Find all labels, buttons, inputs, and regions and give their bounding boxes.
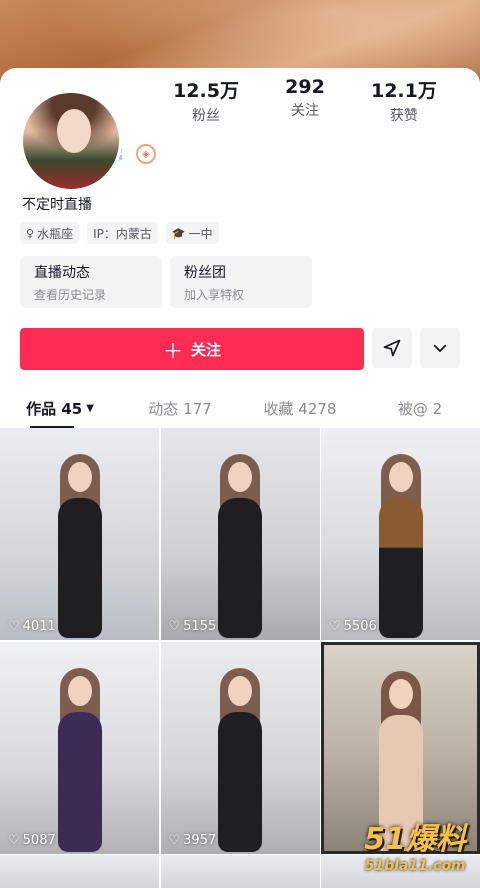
bio-text: 不定时直播	[22, 197, 92, 213]
follow-button[interactable]: ＋ 关注	[20, 328, 364, 370]
tab-label: 动态 177	[148, 399, 212, 418]
follow-label: 关注	[190, 340, 221, 359]
heart-icon: ♡	[329, 619, 341, 634]
heart-icon: ♡	[8, 619, 20, 634]
watermark-main: 51爆料	[364, 822, 466, 857]
chevron-down-icon	[433, 344, 447, 352]
like-count: ♡ 5155	[168, 619, 217, 634]
tag-text: 水瓶座	[37, 226, 74, 241]
fan-level-icon[interactable]: ◈	[135, 144, 156, 164]
card-subtitle: 加入享特权	[184, 288, 245, 302]
stat-value: 12.5万	[173, 80, 239, 102]
feature-cards: 直播动态 查看历史记录 粉丝团 加入享特权	[20, 256, 312, 308]
watermark-logo: 51爆料 51bla11.com	[364, 814, 466, 874]
like-count: ♡ 3957	[168, 832, 217, 848]
card-title: 直播动态	[34, 265, 90, 281]
profile-tags: ♀ 水瓶座 IP：内蒙古 🎓 一中	[20, 222, 219, 244]
tag-zodiac: ♀ 水瓶座	[20, 222, 80, 244]
tab-label: 收藏 4278	[263, 399, 337, 418]
stat-likes[interactable]: 12.1万 获赞	[371, 76, 437, 125]
profile-tabs: 作品 45 ▼ 动态 177 收藏 4278 被@ 2	[0, 388, 480, 428]
stat-label: 关注	[290, 103, 319, 119]
tag-text: IP：内蒙古	[93, 226, 152, 241]
graduation-cap-icon: 🎓	[171, 226, 186, 240]
heart-icon: ♡	[168, 619, 181, 634]
stats-row: 12.5万 粉丝 292 关注 12.1万 获赞	[150, 76, 460, 125]
like-count: ♡ 5087	[8, 832, 56, 848]
live-history-card[interactable]: 直播动态 查看历史记录	[20, 256, 162, 308]
fan-club-card[interactable]: 粉丝团 加入享特权	[170, 256, 312, 308]
stat-followers[interactable]: 12.5万 粉丝	[173, 76, 239, 125]
gender-female-icon: ♀	[26, 226, 35, 240]
tag-ip: IP：内蒙古	[87, 222, 158, 244]
watermark-sub: 51bla11.com	[364, 858, 466, 874]
more-button[interactable]	[420, 328, 460, 368]
avatar[interactable]	[20, 90, 122, 192]
stat-value: 12.1万	[370, 80, 437, 102]
video-thumbnail[interactable]	[0, 855, 159, 888]
video-thumbnail[interactable]: ♡ 5155	[160, 428, 320, 640]
caret-down-icon: ▼	[86, 402, 94, 414]
action-row: ＋ 关注	[20, 328, 460, 370]
like-count: ♡ 4011	[8, 619, 56, 634]
plus-icon: ＋	[162, 338, 183, 363]
stat-label: 获赞	[389, 108, 418, 124]
profile-sheet: 12.5万 粉丝 292 关注 12.1万 获赞 ✨ 雪花 ❄️ ◈ 不定时直播…	[0, 68, 480, 888]
video-thumbnail[interactable]: ♡ 3957	[160, 641, 320, 854]
stat-value: 292	[285, 76, 325, 98]
heart-icon: ♡	[8, 832, 20, 848]
card-subtitle: 查看历史记录	[34, 288, 107, 302]
stat-following[interactable]: 292 关注	[285, 76, 325, 125]
tag-school[interactable]: 🎓 一中	[165, 222, 219, 244]
tag-text: 一中	[188, 226, 213, 241]
tab-label: 被@ 2	[397, 399, 443, 418]
video-thumbnail[interactable]: ♡ 5087	[0, 641, 159, 854]
tab-label: 作品 45	[26, 399, 83, 418]
like-count: ♡ 5506	[329, 619, 377, 634]
heart-icon: ♡	[168, 832, 181, 848]
tab-favorites[interactable]: 收藏 4278	[240, 388, 360, 428]
video-thumbnail[interactable]: ♡ 4011	[0, 428, 159, 640]
video-thumbnail[interactable]	[160, 855, 320, 888]
card-title: 粉丝团	[184, 265, 226, 281]
tab-dynamics[interactable]: 动态 177	[120, 388, 240, 428]
tab-works[interactable]: 作品 45 ▼	[0, 388, 120, 428]
video-thumbnail[interactable]: ♡ 5506	[321, 428, 480, 640]
send-icon	[383, 339, 401, 357]
message-button[interactable]	[372, 328, 412, 368]
tab-mentions[interactable]: 被@ 2	[360, 388, 480, 428]
stat-label: 粉丝	[192, 108, 221, 124]
